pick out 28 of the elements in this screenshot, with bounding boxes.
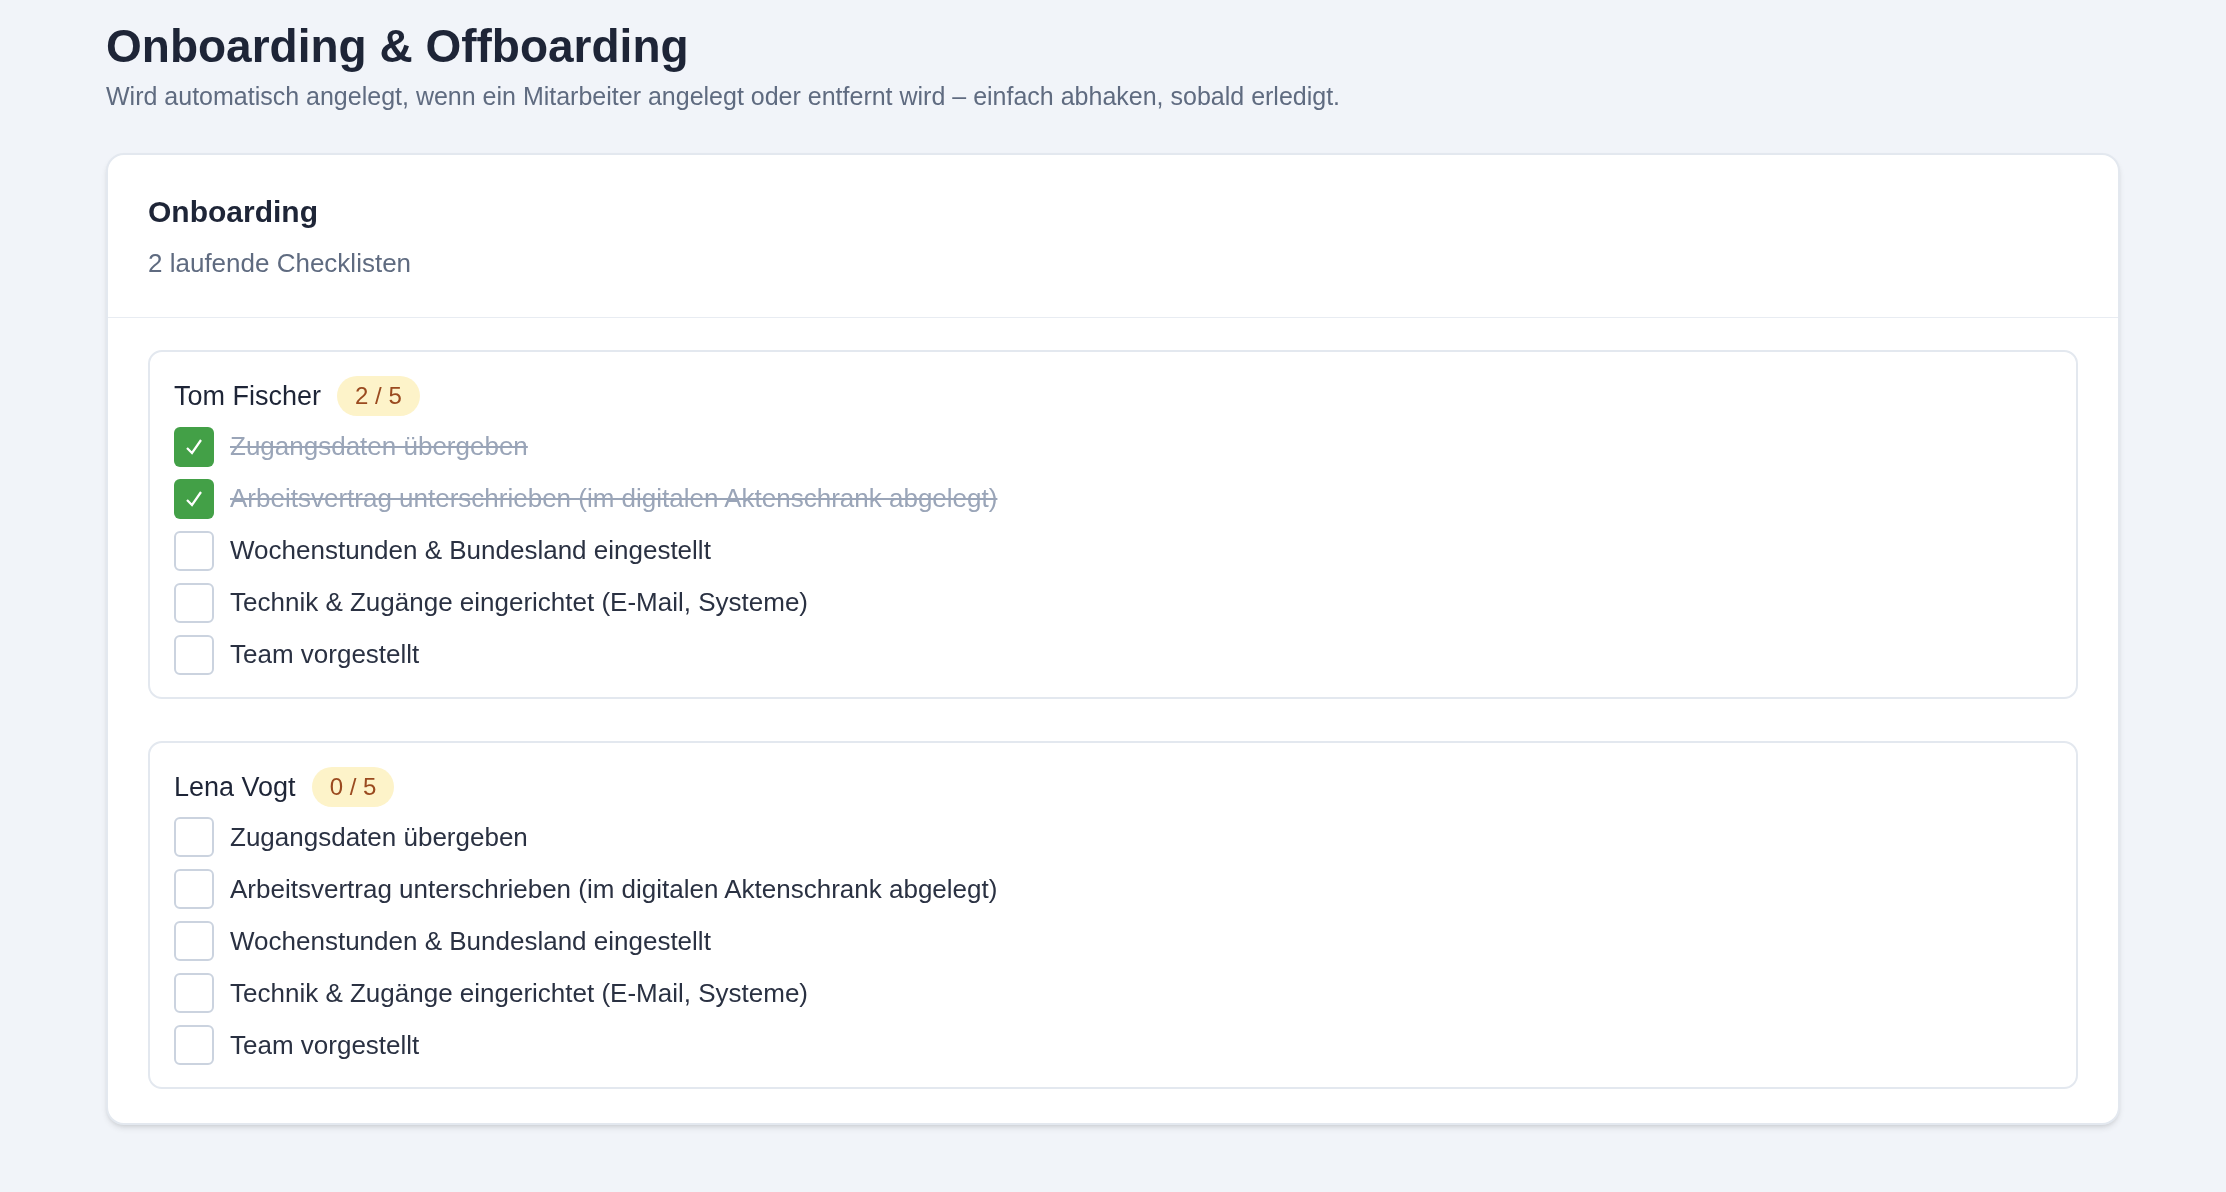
page-title: Onboarding & Offboarding — [106, 19, 690, 74]
progress-badge: 2 / 5 — [337, 376, 420, 417]
task-label: Arbeitsvertrag unterschrieben (im digitalen Aktenschrank abgelegt) — [230, 482, 998, 515]
page-subtitle: Wird automatisch angelegt, wenn ein Mitarbeiter angelegt oder entfernt wird – einfach abhaken, sobald erledigt. — [106, 80, 1342, 112]
checkbox[interactable] — [174, 869, 214, 909]
checkbox[interactable] — [174, 478, 214, 519]
employee-name: Tom Fischer — [174, 380, 322, 413]
checkbox[interactable] — [174, 817, 214, 857]
section-subtitle: 2 laufende Checklisten — [148, 247, 413, 280]
task-label: Zugangsdaten übergeben — [230, 820, 528, 854]
task-label: Wochenstunden & Bundesland eingestellt — [230, 924, 711, 958]
checkbox[interactable] — [174, 921, 214, 961]
section-title: Onboarding — [148, 194, 319, 230]
task-label: Team vorgestellt — [230, 638, 420, 671]
checkbox[interactable] — [174, 582, 214, 623]
task-label: Arbeitsvertrag unterschrieben (im digitalen Aktenschrank abgelegt) — [230, 872, 998, 906]
checkbox[interactable] — [174, 973, 214, 1013]
task-label: Technik & Zugänge eingerichtet (E-Mail, Systeme) — [230, 586, 809, 619]
task-label: Technik & Zugänge eingerichtet (E-Mail, Systeme) — [230, 976, 809, 1010]
checkbox[interactable] — [174, 426, 214, 467]
task-label: Zugangsdaten übergeben — [230, 430, 528, 463]
checkbox[interactable] — [174, 530, 214, 571]
employee-name: Lena Vogt — [174, 770, 296, 804]
checkbox[interactable] — [174, 1025, 214, 1065]
checkbox[interactable] — [174, 634, 214, 675]
task-label: Team vorgestellt — [230, 1028, 420, 1062]
task-label: Wochenstunden & Bundesland eingestellt — [230, 534, 711, 567]
progress-badge: 0 / 5 — [311, 766, 395, 807]
